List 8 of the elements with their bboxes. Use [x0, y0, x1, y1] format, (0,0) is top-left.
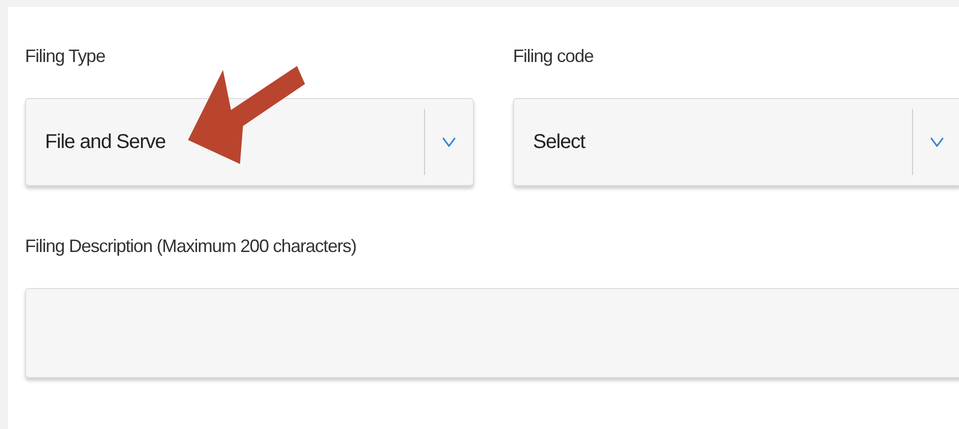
field-label: Filing Description (Maximum 200 characters) [25, 235, 356, 258]
dropdown[interactable]: File and Serve [25, 98, 474, 186]
description-field[interactable] [25, 288, 959, 378]
chevron-down-icon [930, 137, 944, 147]
dropdown[interactable]: Select [513, 98, 959, 186]
field-label: Filing code [513, 45, 594, 68]
chevron-down-icon [442, 137, 456, 147]
field-label: Filing Type [25, 45, 106, 68]
